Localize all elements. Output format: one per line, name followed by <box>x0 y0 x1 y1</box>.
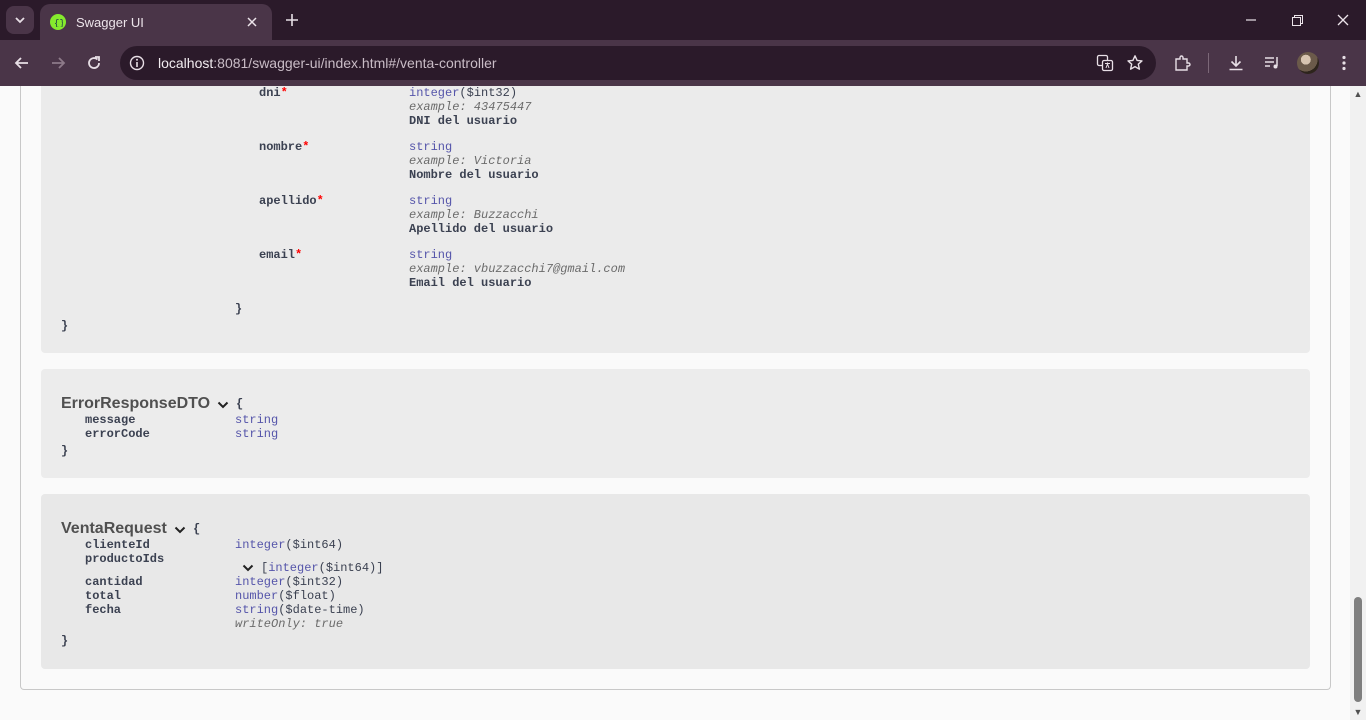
svg-text:{}: {} <box>54 19 63 28</box>
property-name: clienteId <box>85 538 150 552</box>
property-type: string($date-time) <box>235 603 365 617</box>
model-open-brace: { <box>193 522 201 536</box>
model-close-brace: } <box>61 444 69 458</box>
property-name: productoIds <box>85 552 165 566</box>
model-venta-request <box>41 494 1310 669</box>
browser-titlebar: {} Swagger UI <box>0 0 1366 40</box>
property-name: total <box>85 589 122 603</box>
scroll-thumb[interactable] <box>1354 597 1362 702</box>
model-close-brace: } <box>61 319 69 333</box>
property-name: message <box>85 413 136 427</box>
tab-title: Swagger UI <box>76 14 144 30</box>
swagger-page: dni* integer($int32) example: 43475447 D… <box>0 86 1350 720</box>
chevron-down-icon[interactable] <box>173 523 187 537</box>
url-text[interactable]: localhost:8081/swagger-ui/index.html#/ve… <box>158 55 1090 71</box>
tab-search-button[interactable] <box>6 6 34 34</box>
bookmark-star-icon[interactable] <box>1120 48 1150 78</box>
inner-object-close-brace: } <box>235 302 243 316</box>
more-menu-icon[interactable] <box>1330 49 1358 77</box>
model-close-brace: } <box>61 634 69 648</box>
url-rest: :8081/swagger-ui/index.html#/venta-contr… <box>213 55 497 71</box>
property-description: Email del usuario <box>409 276 532 290</box>
property-example: example: vbuzzacchi7@gmail.com <box>409 262 626 276</box>
browser-toolbar: localhost:8081/swagger-ui/index.html#/ve… <box>0 40 1366 86</box>
property-example: example: Victoria <box>409 154 532 168</box>
chevron-down-icon <box>15 17 25 24</box>
new-tab-plus-icon[interactable] <box>280 8 304 32</box>
property-name: email* <box>259 248 303 262</box>
browser-tab[interactable]: {} Swagger UI <box>40 4 272 40</box>
property-name: nombre* <box>259 140 310 154</box>
property-name: dni* <box>259 86 288 100</box>
url-host: localhost <box>158 55 214 71</box>
chevron-down-icon[interactable] <box>216 398 230 412</box>
address-bar[interactable]: localhost:8081/swagger-ui/index.html#/ve… <box>120 46 1156 80</box>
model-usuario <box>41 86 1310 353</box>
chevron-down-icon[interactable] <box>241 561 255 575</box>
property-write-only-note: writeOnly: true <box>235 617 344 631</box>
toolbar-separator <box>1208 53 1209 73</box>
scroll-down-arrow-icon[interactable]: ▼ <box>1353 707 1363 717</box>
translate-icon[interactable] <box>1090 48 1120 78</box>
property-description: Nombre del usuario <box>409 168 539 182</box>
property-type: string <box>235 427 279 441</box>
model-error-response-dto <box>41 369 1310 478</box>
property-type: [integer($int64)] <box>261 561 384 575</box>
swagger-favicon-icon: {} <box>50 14 66 30</box>
minimize-icon[interactable] <box>1228 0 1274 40</box>
tab-close-icon[interactable] <box>242 12 262 32</box>
forward-arrow-icon[interactable] <box>44 49 72 77</box>
property-type: integer($int32) <box>235 575 344 589</box>
property-name: fecha <box>85 603 122 617</box>
property-name: cantidad <box>85 575 143 589</box>
close-window-icon[interactable] <box>1320 0 1366 40</box>
property-type: string <box>409 140 453 154</box>
property-type: integer($int64) <box>235 538 344 552</box>
property-type: string <box>409 248 453 262</box>
scroll-up-arrow-icon[interactable]: ▲ <box>1353 89 1363 99</box>
page-scrollbar[interactable]: ▲ ▼ <box>1350 86 1366 720</box>
model-open-brace: { <box>236 397 244 411</box>
media-queue-icon[interactable] <box>1258 49 1286 77</box>
back-arrow-icon[interactable] <box>8 49 36 77</box>
profile-avatar[interactable] <box>1297 52 1319 74</box>
property-example: example: Buzzacchi <box>409 208 539 222</box>
model-title-error-response-dto[interactable]: ErrorResponseDTO <box>61 395 210 413</box>
property-type: number($float) <box>235 589 336 603</box>
property-description: Apellido del usuario <box>409 222 554 236</box>
extensions-puzzle-icon[interactable] <box>1168 49 1196 77</box>
model-title-venta-request[interactable]: VentaRequest <box>61 520 167 538</box>
property-type: string <box>235 413 279 427</box>
property-type: string <box>409 194 453 208</box>
property-example: example: 43475447 <box>409 100 532 114</box>
download-icon[interactable] <box>1222 49 1250 77</box>
reload-icon[interactable] <box>80 49 108 77</box>
site-info-icon[interactable] <box>124 50 150 76</box>
restore-icon[interactable] <box>1274 0 1320 40</box>
property-name: apellido* <box>259 194 324 208</box>
property-name: errorCode <box>85 427 150 441</box>
property-description: DNI del usuario <box>409 114 518 128</box>
property-type: integer($int32) <box>409 86 518 100</box>
